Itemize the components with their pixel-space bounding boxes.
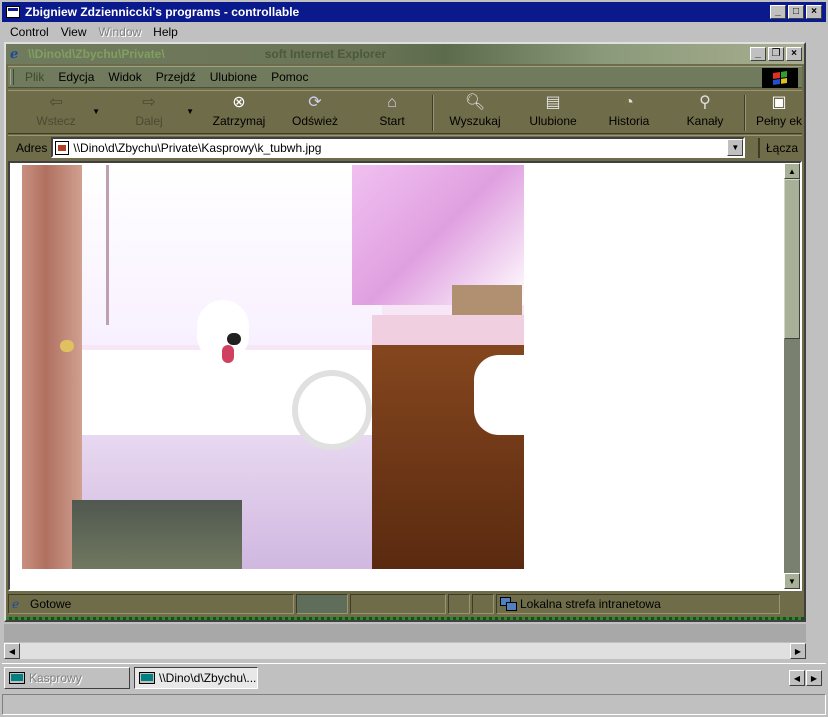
address-bar: Adres \\Dino\d\Zbychu\Private\Kasprowy\k… <box>8 135 802 159</box>
toolbar-separator <box>432 95 434 131</box>
ie-toolbar: ⇦ Wstecz ▼ ⇨ Dalej ▼ ⊗ Zatrzymaj ⟳ Odświ… <box>8 90 802 134</box>
window-list-bar: Kasprowy \\Dino\d\Zbychu\... ◀ ▶ <box>2 663 826 691</box>
window-list-arrows: ◀ ▶ <box>789 670 822 686</box>
menu-edycja[interactable]: Edycja <box>51 68 101 86</box>
refresh-button[interactable]: ⟳ Odśwież <box>286 93 344 133</box>
menu-view[interactable]: View <box>55 24 93 40</box>
menu-widok[interactable]: Widok <box>101 68 148 86</box>
channels-button[interactable]: ⚲ Kanały <box>676 93 734 133</box>
home-button[interactable]: ⌂ Start <box>372 93 412 133</box>
back-arrow-icon: ⇦ <box>49 94 63 111</box>
ie-title-bar[interactable]: ℯ \\Dino\d\Zbychu\Private\ soft Internet… <box>6 44 804 64</box>
home-icon: ⌂ <box>387 94 397 111</box>
mdi-client-area <box>4 624 806 642</box>
ie-window-controls: _ ❐ × <box>750 47 802 61</box>
content-vertical-scrollbar[interactable]: ▲ ▼ <box>784 163 800 589</box>
favorites-button[interactable]: ▤ Ulubione <box>520 93 586 133</box>
fullscreen-button[interactable]: ▣ Pełny ek <box>752 93 806 133</box>
minimize-button[interactable]: _ <box>770 5 786 19</box>
ie-status-bar: ℯ Gotowe Lokalna strefa intranetowa <box>8 593 802 615</box>
menu-pomoc[interactable]: Pomoc <box>264 68 315 86</box>
forward-button[interactable]: ⇨ Dalej ▼ <box>116 93 194 133</box>
favorites-folder-icon: ▤ <box>545 94 561 111</box>
outer-title-bar[interactable]: Zbigniew Zdzienniccki's programs - contr… <box>2 2 826 22</box>
status-text-panel: ℯ Gotowe <box>8 594 294 614</box>
bathroom-dog-photo <box>22 165 524 569</box>
menu-help[interactable]: Help <box>147 24 184 40</box>
menu-grip[interactable] <box>10 69 14 85</box>
forward-dropdown-icon[interactable]: ▼ <box>186 107 194 116</box>
outer-menu-bar: Control View Window Help <box>4 24 184 40</box>
forward-arrow-icon: ⇨ <box>142 94 156 111</box>
window-icon <box>9 672 25 684</box>
address-input[interactable]: \\Dino\d\Zbychu\Private\Kasprowy\k_tubwh… <box>51 137 746 158</box>
close-button[interactable]: × <box>806 5 822 19</box>
ie-logo-icon[interactable]: ℯ <box>10 47 24 61</box>
fullscreen-icon: ▣ <box>771 94 787 111</box>
menu-ulubione[interactable]: Ulubione <box>203 68 264 86</box>
scroll-up-icon[interactable]: ▲ <box>784 163 800 179</box>
windows-logo-icon <box>762 68 798 88</box>
toolbar-separator <box>744 95 746 131</box>
status-empty-panel <box>472 594 494 614</box>
address-value: \\Dino\d\Zbychu\Private\Kasprowy\k_tubwh… <box>73 140 322 155</box>
task-kasprowy[interactable]: Kasprowy <box>4 667 130 689</box>
history-icon: ◔ <box>624 94 634 111</box>
app-window-icon[interactable] <box>6 6 20 18</box>
list-left-icon[interactable]: ◀ <box>789 670 805 686</box>
refresh-icon: ⟳ <box>308 94 322 111</box>
intranet-zone-icon <box>500 597 517 611</box>
address-dropdown-icon[interactable]: ▼ <box>727 139 744 156</box>
window-icon <box>139 672 155 684</box>
stop-button[interactable]: ⊗ Zatrzymaj <box>206 93 272 133</box>
ie-title-path: \\Dino\d\Zbychu\Private\ <box>28 47 165 61</box>
menu-przejdz[interactable]: Przejdź <box>149 68 203 86</box>
search-button[interactable]: 🔍︎ Wyszukaj <box>444 93 506 133</box>
ie-minimize-button[interactable]: _ <box>750 47 766 61</box>
ie-bottom-edge <box>6 617 804 620</box>
scroll-left-icon[interactable]: ◀ <box>4 643 20 659</box>
menu-plik[interactable]: Plik <box>18 68 51 86</box>
page-content: ▲ ▼ <box>8 161 802 591</box>
history-button[interactable]: ◔ Historia <box>600 93 658 133</box>
task-ie-window[interactable]: \\Dino\d\Zbychu\... <box>134 667 258 689</box>
status-page-icon: ℯ <box>12 597 20 611</box>
back-button[interactable]: ⇦ Wstecz ▼ <box>24 93 100 133</box>
security-zone-text: Lokalna strefa intranetowa <box>520 597 661 611</box>
maximize-button[interactable]: □ <box>788 5 804 19</box>
outer-title-text: Zbigniew Zdzienniccki's programs - contr… <box>25 5 300 19</box>
outer-status-bar <box>2 694 826 715</box>
page-document-icon <box>55 140 70 155</box>
outer-horizontal-scrollbar[interactable]: ◀ ▶ <box>4 643 806 659</box>
security-zone-panel: Lokalna strefa intranetowa <box>496 594 780 614</box>
ie-close-button[interactable]: × <box>786 47 802 61</box>
status-empty-panel <box>448 594 470 614</box>
scroll-right-icon[interactable]: ▶ <box>790 643 806 659</box>
progress-panel <box>296 594 348 614</box>
links-button[interactable]: Łącza <box>758 138 802 158</box>
ie-menu-bar: Plik Edycja Widok Przejdź Ulubione Pomoc <box>8 66 802 88</box>
ie-title-app: soft Internet Explorer <box>264 47 387 61</box>
channels-satellite-icon: ⚲ <box>699 94 711 111</box>
menu-control[interactable]: Control <box>4 24 55 40</box>
status-text: Gotowe <box>30 597 72 611</box>
ie-window: ℯ \\Dino\d\Zbychu\Private\ soft Internet… <box>4 42 806 622</box>
list-right-icon[interactable]: ▶ <box>806 670 822 686</box>
address-label: Adres <box>16 140 48 155</box>
status-empty-panel <box>350 594 446 614</box>
ie-restore-button[interactable]: ❐ <box>768 47 784 61</box>
search-icon: 🔍︎ <box>464 94 486 111</box>
stop-icon: ⊗ <box>232 94 246 111</box>
menu-window[interactable]: Window <box>92 24 147 40</box>
scroll-thumb[interactable] <box>784 179 800 339</box>
back-dropdown-icon[interactable]: ▼ <box>92 107 100 116</box>
scroll-down-icon[interactable]: ▼ <box>784 573 800 589</box>
outer-window-controls: _ □ × <box>770 5 822 19</box>
